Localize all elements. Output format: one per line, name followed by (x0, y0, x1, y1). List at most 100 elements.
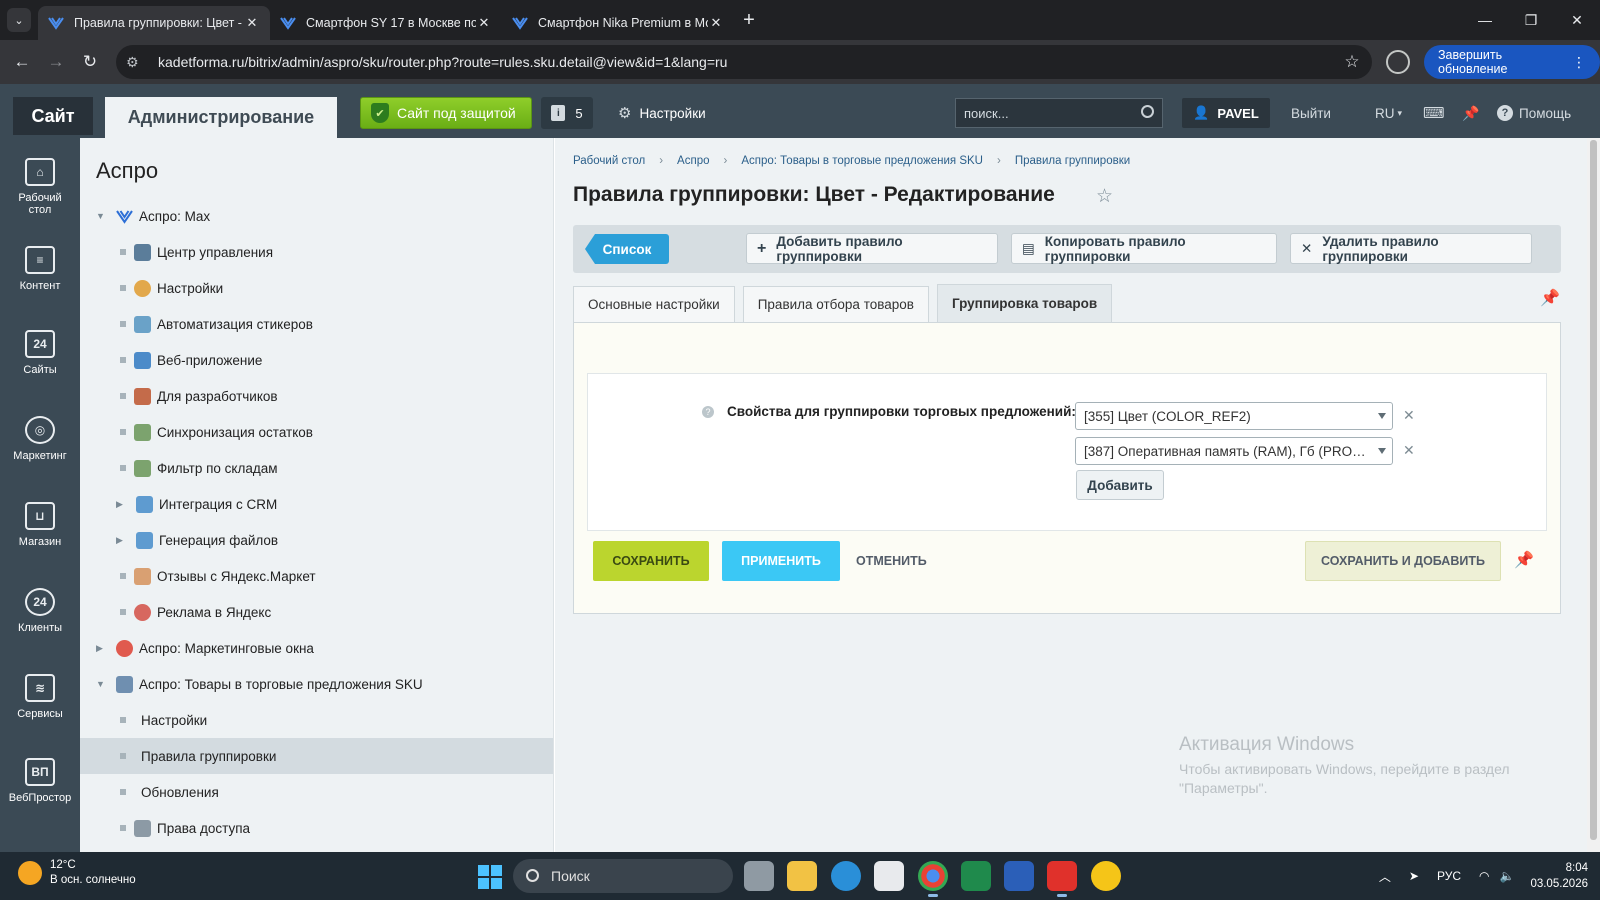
site-info-icon[interactable]: ⚙ (126, 54, 148, 71)
tree-item-stock-sync[interactable]: Синхронизация остатков (80, 414, 553, 450)
vmenu-desktop[interactable]: ⌂ Рабочий стол (0, 158, 80, 216)
breadcrumb-item[interactable]: Правила группировки (1015, 155, 1130, 167)
search-icon[interactable] (1141, 105, 1154, 118)
property-select-1[interactable]: [355] Цвет (COLOR_REF2) (1075, 402, 1393, 430)
pin-icon[interactable]: 📌 (1462, 98, 1479, 128)
logout-link[interactable]: Выйти (1291, 98, 1331, 128)
taskbar-search[interactable]: Поиск (513, 859, 733, 893)
admin-tab[interactable]: Администрирование (105, 97, 337, 138)
browser-tab-1[interactable]: Правила группировки: Цвет - ✕ (38, 6, 270, 40)
close-window-icon[interactable]: ✕ (1554, 0, 1600, 40)
vmenu-sites[interactable]: 24 Сайты (0, 330, 80, 376)
favorite-star-icon[interactable]: ☆ (1096, 185, 1113, 208)
tab-main-settings[interactable]: Основные настройки (573, 286, 735, 322)
task-view-icon[interactable] (744, 861, 774, 891)
chrome-icon[interactable] (918, 861, 948, 897)
tab-grouping[interactable]: Группировка товаров (936, 284, 1113, 322)
save-button[interactable]: СОХРАНИТЬ (593, 541, 709, 581)
breadcrumb-item[interactable]: Аспро: Товары в торговые предложения SKU (741, 155, 983, 167)
expanded-arrow-icon[interactable]: ▼ (96, 679, 108, 689)
tree-item-control-center[interactable]: Центр управления (80, 234, 553, 270)
tree-item-aspro-max[interactable]: ▼ Аспро: Max (80, 198, 553, 234)
property-select-2[interactable]: [387] Оперативная память (RAM), Гб (PROP… (1075, 437, 1393, 465)
pin-icon[interactable]: 📌 (1514, 550, 1534, 570)
breadcrumb-item[interactable]: Аспро (677, 155, 709, 167)
vmenu-clients[interactable]: 24 Клиенты (0, 588, 80, 634)
remove-property-icon[interactable]: ✕ (1403, 407, 1415, 424)
tree-item-yandex-reviews[interactable]: Отзывы с Яндекс.Маркет (80, 558, 553, 594)
maximize-icon[interactable]: ❐ (1508, 0, 1554, 40)
add-property-button[interactable]: Добавить (1076, 470, 1164, 500)
list-button[interactable]: Список (585, 234, 669, 264)
keyboard-icon[interactable]: ⌨ (1423, 98, 1445, 128)
file-explorer-icon[interactable] (787, 861, 817, 891)
tree-item-developers[interactable]: Для разработчиков (80, 378, 553, 414)
vmenu-shop[interactable]: ⊔ Магазин (0, 502, 80, 548)
more-vert-icon[interactable]: ⋮ (1572, 54, 1586, 71)
vmenu-webprostor[interactable]: ВП ВебПростор (0, 758, 80, 804)
excel-icon[interactable] (961, 861, 991, 891)
tab-selection-rules[interactable]: Правила отбора товаров (742, 286, 929, 322)
help-link[interactable]: ? Помощь (1497, 98, 1571, 128)
browser-tab-3[interactable]: Смартфон Nika Premium в Мо ✕ (502, 6, 734, 40)
word-icon[interactable] (1004, 861, 1034, 891)
remove-property-icon[interactable]: ✕ (1403, 442, 1415, 459)
vmenu-content[interactable]: ≡ Контент (0, 246, 80, 292)
reload-icon[interactable]: ↻ (73, 45, 107, 79)
tab-search-button[interactable]: ⌄ (0, 0, 38, 40)
tree-item-access-rights[interactable]: Права доступа (80, 810, 553, 846)
bookmark-star-icon[interactable]: ☆ (1332, 52, 1372, 72)
browser-tab-2[interactable]: Смартфон SY 17 в Москве по д ✕ (270, 6, 502, 40)
tree-item-warehouse-filter[interactable]: Фильтр по складам (80, 450, 553, 486)
store-icon[interactable] (874, 861, 904, 891)
admin-search-input[interactable]: поиск... (955, 98, 1163, 128)
scrollbar-thumb[interactable] (1590, 140, 1597, 840)
user-button[interactable]: 👤 PAVEL (1182, 98, 1270, 128)
new-tab-button[interactable]: + (734, 9, 764, 32)
forward-icon[interactable]: → (39, 45, 73, 79)
delete-rule-button[interactable]: ✕ Удалить правило группировки (1290, 233, 1532, 264)
minimize-icon[interactable]: — (1462, 0, 1508, 40)
tree-item-webapp[interactable]: Веб-приложение (80, 342, 553, 378)
settings-link[interactable]: ⚙ Настройки (618, 97, 706, 129)
tree-item-settings[interactable]: Настройки (80, 270, 553, 306)
close-icon[interactable]: ✕ (708, 15, 724, 31)
start-icon[interactable] (478, 865, 502, 889)
apply-button[interactable]: ПРИМЕНИТЬ (722, 541, 840, 581)
profile-icon[interactable] (1386, 50, 1410, 74)
language-switch[interactable]: RU ▾ (1375, 98, 1402, 128)
tree-item-sku-settings[interactable]: Настройки (80, 702, 553, 738)
tree-item-grouping-rules[interactable]: Правила группировки (80, 738, 553, 774)
tree-item-yandex-ads[interactable]: Реклама в Яндекс (80, 594, 553, 630)
vmenu-marketing[interactable]: ◎ Маркетинг (0, 416, 80, 462)
copy-rule-button[interactable]: ▤ Копировать правило группировки (1011, 233, 1277, 264)
update-button[interactable]: Завершить обновление ⋮ (1424, 45, 1600, 79)
cancel-button[interactable]: ОТМЕНИТЬ (856, 541, 927, 581)
breadcrumb-item[interactable]: Рабочий стол (573, 155, 645, 167)
input-language[interactable]: РУС (1437, 869, 1461, 883)
site-tab[interactable]: Сайт (13, 97, 93, 135)
collapsed-arrow-icon[interactable]: ▶ (96, 643, 108, 654)
add-rule-button[interactable]: + Добавить правило группировки (746, 233, 998, 264)
tree-item-marketing-windows[interactable]: ▶ Аспро: Маркетинговые окна (80, 630, 553, 666)
weather-widget[interactable]: 12°C В осн. солнечно (18, 858, 136, 888)
tree-item-updates[interactable]: Обновления (80, 774, 553, 810)
url-field[interactable]: ⚙ kadetforma.ru/bitrix/admin/aspro/sku/r… (116, 45, 1372, 79)
page-scrollbar[interactable] (1587, 138, 1600, 852)
volume-icon[interactable]: 🔈 (1499, 869, 1514, 883)
anydesk-icon[interactable] (1047, 861, 1077, 897)
tree-item-stickers[interactable]: Автоматизация стикеров (80, 306, 553, 342)
edge-icon[interactable] (831, 861, 861, 891)
location-icon[interactable]: ➤ (1409, 869, 1419, 883)
tree-item-file-generation[interactable]: ▶ Генерация файлов (80, 522, 553, 558)
wifi-icon[interactable]: ◠ (1479, 869, 1489, 883)
save-and-add-button[interactable]: СОХРАНИТЬ И ДОБАВИТЬ (1305, 541, 1501, 581)
collapsed-arrow-icon[interactable]: ▶ (116, 499, 128, 510)
back-icon[interactable]: ← (5, 45, 39, 79)
expanded-arrow-icon[interactable]: ▼ (96, 211, 108, 221)
tree-item-crm[interactable]: ▶ Интеграция с CRM (80, 486, 553, 522)
notifications-button[interactable]: i 5 (541, 97, 593, 129)
close-icon[interactable]: ✕ (476, 15, 492, 31)
pin-icon[interactable]: 📌 (1540, 288, 1560, 308)
vmenu-services[interactable]: ≋ Сервисы (0, 674, 80, 720)
